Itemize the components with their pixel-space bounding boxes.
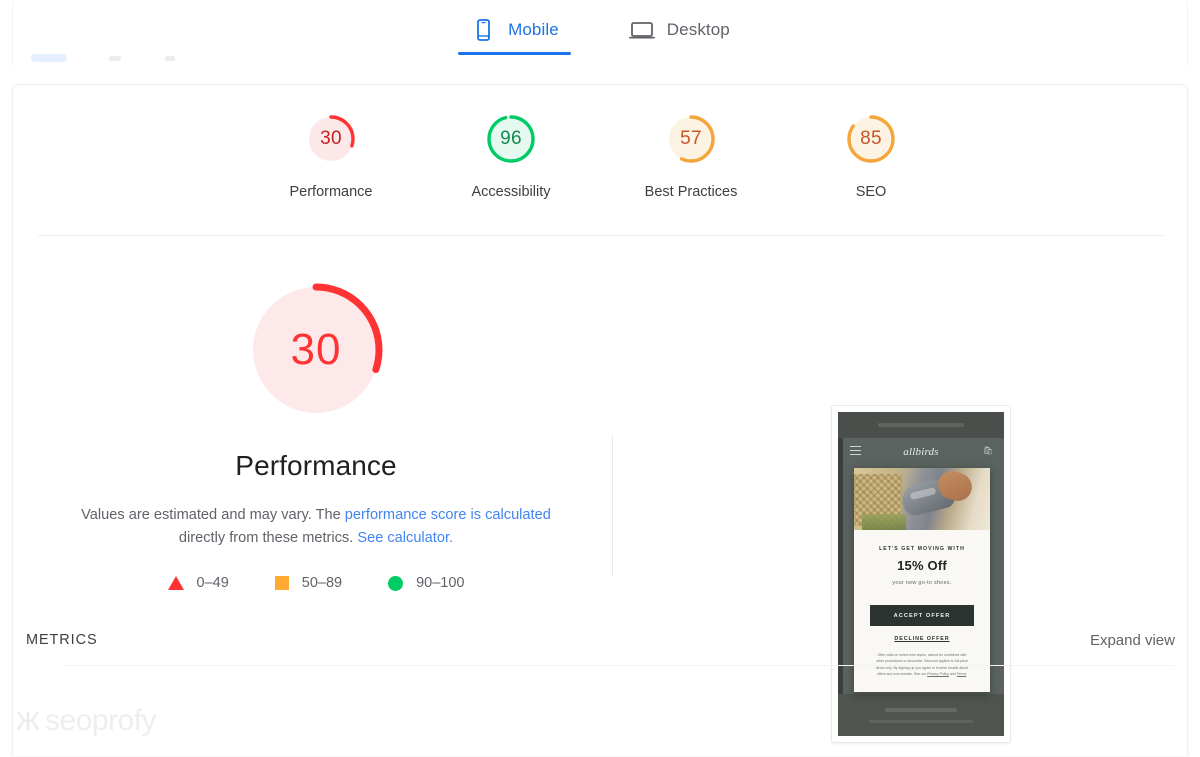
gauge-value: 57 xyxy=(680,128,702,149)
circle-icon xyxy=(388,575,404,591)
gauge-ring: 96 xyxy=(483,111,539,167)
performance-summary: 30 Performance Values are estimated and … xyxy=(27,276,605,591)
tab-mobile[interactable]: Mobile xyxy=(456,9,573,57)
device-tab-bar: Mobile Desktop xyxy=(0,0,1200,66)
gauge-label: Performance xyxy=(289,184,373,200)
hamburger-menu-icon xyxy=(850,446,861,455)
square-icon xyxy=(274,576,289,591)
privacy-policy-link[interactable]: Privacy Policy xyxy=(927,672,949,676)
pagespeed-report-page: Mobile Desktop 30 Performance 96 Accessi… xyxy=(0,0,1200,757)
fine-print-mid: and xyxy=(948,672,957,677)
score-legend: 0–49 50–89 90–100 xyxy=(167,575,464,592)
brand-wordmark: allbirds xyxy=(903,446,939,458)
performance-title: Performance xyxy=(235,450,397,481)
legend-item-good: 90–100 xyxy=(388,575,464,591)
legend-item-average: 50–89 xyxy=(274,575,343,592)
desktop-monitor-icon xyxy=(628,19,655,41)
announcement-placeholder xyxy=(878,423,964,427)
performance-score-value: 30 xyxy=(290,325,342,374)
gauge-ring: 57 xyxy=(663,111,719,167)
thumbnail-navbar: allbirds 🛍 xyxy=(838,438,1004,464)
thumbnail-announcement-bar xyxy=(838,412,1004,438)
shopping-bag-icon: 🛍 xyxy=(982,446,993,455)
lighthouse-report-card: 30 Performance 96 Accessibility 57 Best … xyxy=(12,84,1188,756)
performance-detail-section: 30 Performance Values are estimated and … xyxy=(13,236,1187,756)
gauge-value: 96 xyxy=(500,128,522,149)
metrics-footer: METRICS Expand view xyxy=(13,608,1187,668)
legend-label: 0–49 xyxy=(196,575,229,592)
metrics-section-label: METRICS xyxy=(26,632,98,648)
tab-desktop[interactable]: Desktop xyxy=(615,9,744,57)
triangle-icon xyxy=(167,576,184,591)
tab-mobile-label: Mobile xyxy=(508,20,559,39)
fine-print-end: . xyxy=(966,672,968,677)
gauge-performance[interactable]: 30 Performance xyxy=(272,111,390,200)
tab-active-indicator xyxy=(458,52,571,55)
gauge-accessibility[interactable]: 96 Accessibility xyxy=(452,111,570,200)
footer-placeholder-line xyxy=(869,720,973,723)
performance-gauge: 30 xyxy=(242,276,390,424)
promo-headline: 15% Off xyxy=(897,558,947,573)
expand-view-button[interactable]: Expand view xyxy=(1090,632,1175,649)
tab-desktop-label: Desktop xyxy=(666,20,730,39)
gauge-ring: 85 xyxy=(843,111,899,167)
footer-placeholder-line xyxy=(885,708,957,712)
gauge-seo[interactable]: 85 SEO xyxy=(812,111,930,200)
performance-score-calculated-link[interactable]: performance score is calculated xyxy=(345,507,551,523)
promo-kicker: LET'S GET MOVING WITH xyxy=(879,546,965,552)
gauge-label: SEO xyxy=(855,184,887,200)
gauge-label: Best Practices xyxy=(644,184,738,200)
mobile-phone-icon xyxy=(470,19,496,41)
desc-text-1: Values are estimated and may vary. The xyxy=(81,507,345,523)
vertical-divider xyxy=(612,436,613,576)
photo-foliage xyxy=(862,514,906,530)
see-calculator-link[interactable]: See calculator. xyxy=(357,530,453,546)
category-score-strip: 30 Performance 96 Accessibility 57 Best … xyxy=(13,85,1187,235)
promo-subline: your new go-to shoes. xyxy=(892,580,952,586)
desc-text-2: directly from these metrics. xyxy=(178,530,358,547)
thumbnail-footer xyxy=(838,694,1004,736)
final-screenshot-thumbnail[interactable]: allbirds 🛍 LET'S GET MOVING WITH 15% Off… xyxy=(831,405,1011,743)
thumbnail-screen: allbirds 🛍 LET'S GET MOVING WITH 15% Off… xyxy=(838,412,1004,736)
gauge-value: 85 xyxy=(860,128,882,149)
footer-divider xyxy=(63,665,1175,666)
promo-photo xyxy=(854,468,990,530)
legend-label: 50–89 xyxy=(301,575,343,592)
legend-item-poor: 0–49 xyxy=(167,575,229,592)
gauge-best-practices[interactable]: 57 Best Practices xyxy=(632,111,750,200)
gauge-value: 30 xyxy=(320,128,342,149)
gauge-ring: 30 xyxy=(303,111,359,167)
gauge-label: Accessibility xyxy=(471,184,551,200)
terms-link[interactable]: Terms xyxy=(957,672,967,676)
legend-label: 90–100 xyxy=(416,575,465,592)
performance-description: Values are estimated and may vary. The p… xyxy=(66,504,566,550)
